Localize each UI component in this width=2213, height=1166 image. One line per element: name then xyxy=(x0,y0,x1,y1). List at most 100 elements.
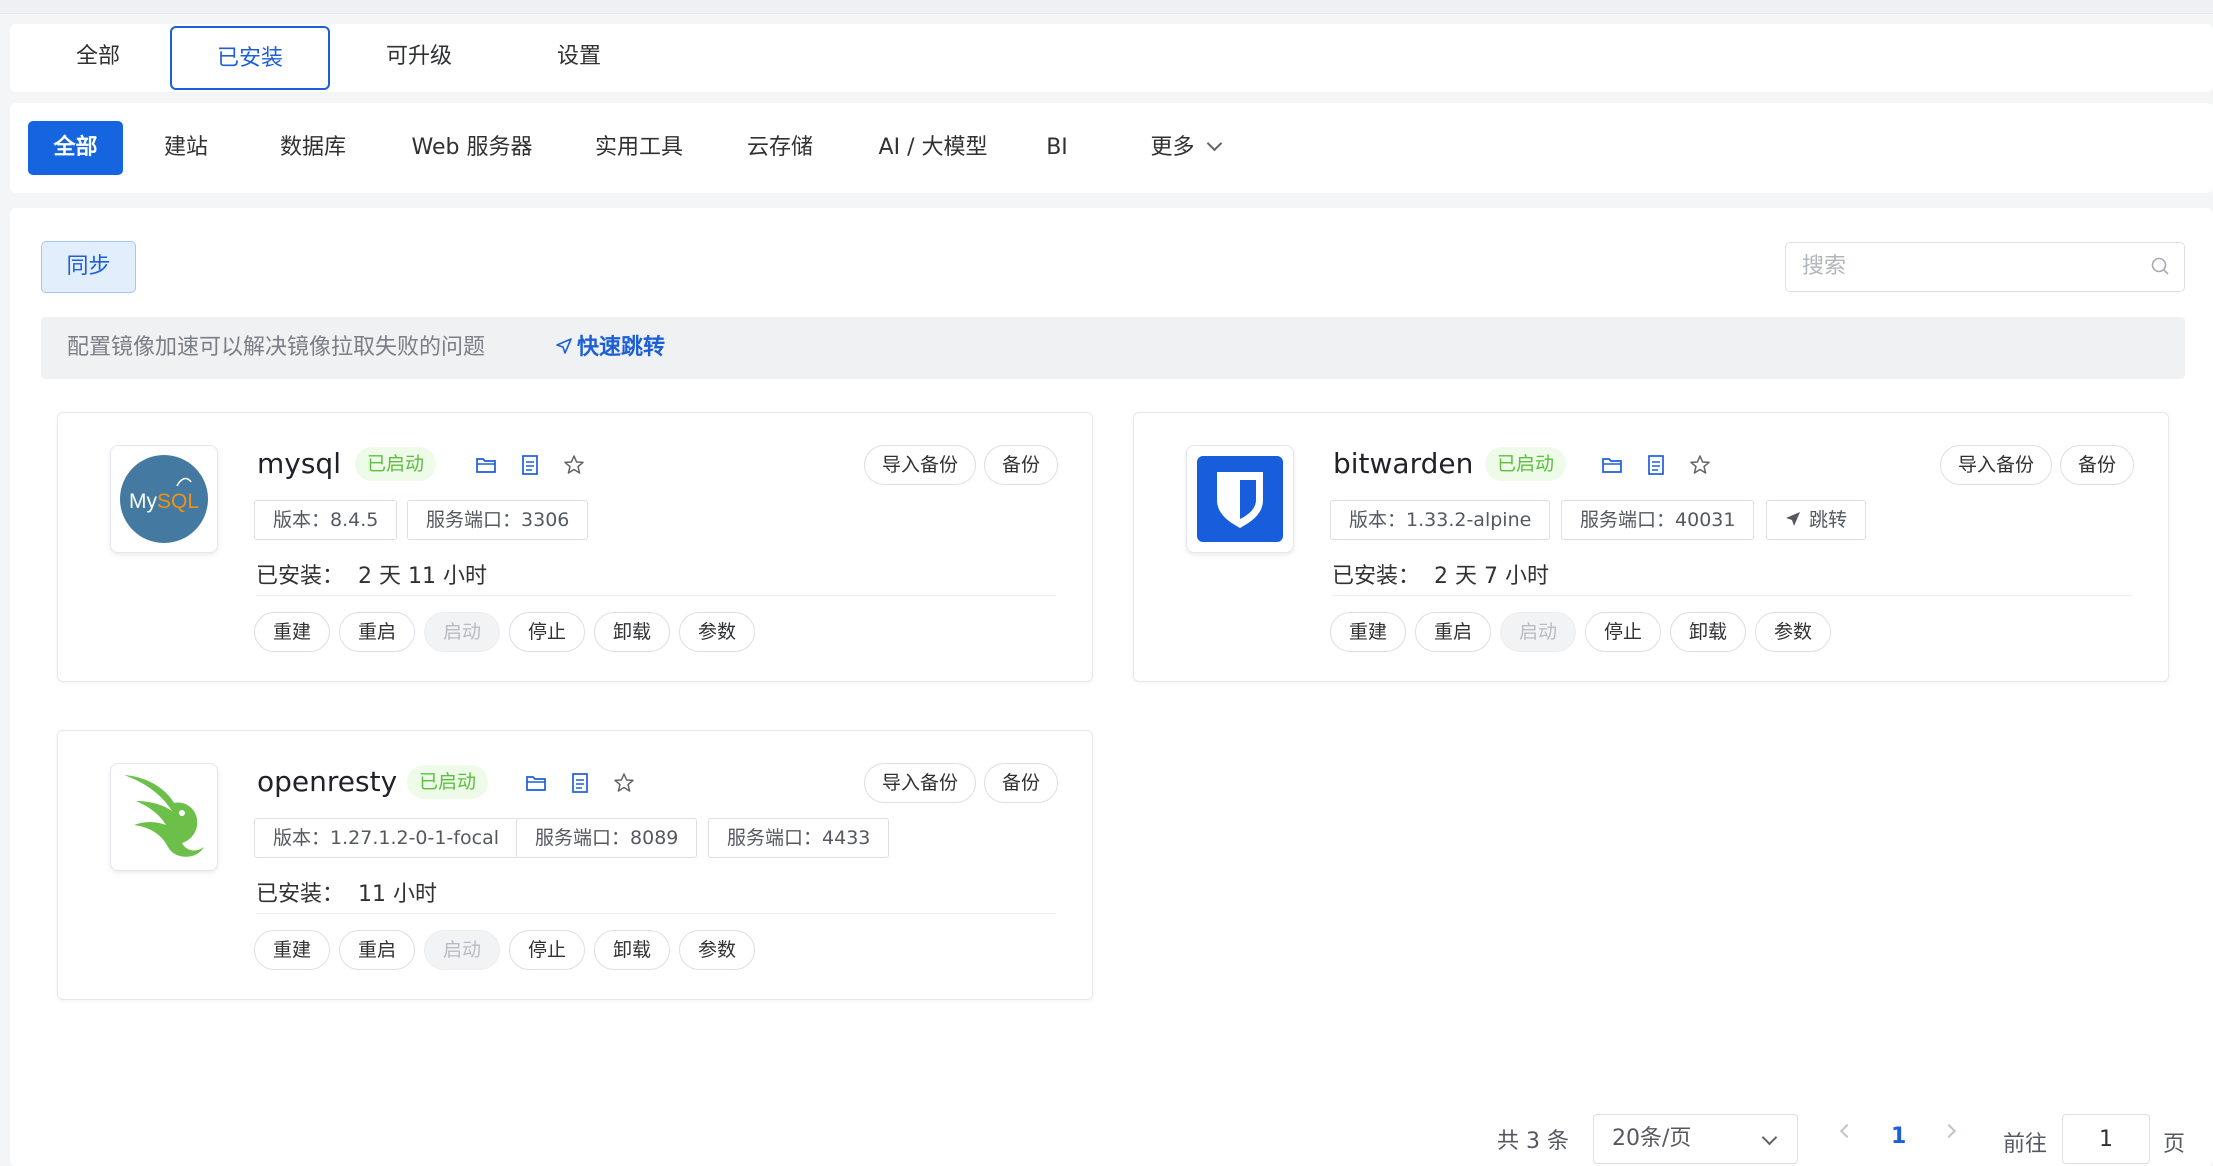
restart-button[interactable]: 重启 xyxy=(339,612,415,652)
installed-time: 已安装： 2 天 7 小时 xyxy=(1332,564,1549,589)
start-button[interactable]: 启动 xyxy=(1500,612,1576,652)
page-size-select[interactable]: 20条/页 xyxy=(1593,1114,1798,1164)
main-panel: 同步 配置镜像加速可以解决镜像拉取失败的问题 快速跳转 MySQL mysql … xyxy=(10,208,2213,1166)
divider xyxy=(256,913,1056,914)
star-icon[interactable] xyxy=(562,453,586,477)
goto-label: 前往 xyxy=(2003,1132,2048,1157)
status-badge: 已启动 xyxy=(355,447,437,481)
current-page[interactable]: 1 xyxy=(1891,1124,1906,1149)
port-tag: 服务端口：3306 xyxy=(407,500,589,540)
category-more-label: 更多 xyxy=(1150,135,1195,160)
jump-button[interactable]: 跳转 xyxy=(1766,500,1867,540)
stop-button[interactable]: 停止 xyxy=(509,612,585,652)
mysql-logo: MySQL xyxy=(110,445,218,553)
quick-jump-link[interactable]: 快速跳转 xyxy=(555,317,665,379)
category-bi[interactable]: BI xyxy=(1039,121,1075,175)
status-badge: 已启动 xyxy=(1485,447,1567,481)
installed-time: 已安装： 11 小时 xyxy=(256,882,438,907)
category-more[interactable]: 更多 xyxy=(1125,121,1245,175)
port-tag: 服务端口：40031 xyxy=(1561,500,1755,540)
import-backup-button[interactable]: 导入备份 xyxy=(864,445,977,485)
port-tag: 服务端口：4433 xyxy=(708,818,890,858)
jump-label: 跳转 xyxy=(1809,509,1848,531)
sync-button[interactable]: 同步 xyxy=(41,241,136,293)
backup-button[interactable]: 备份 xyxy=(984,445,1059,485)
star-icon[interactable] xyxy=(612,771,636,795)
installed-time: 已安装： 2 天 11 小时 xyxy=(256,564,487,589)
version-tag: 版本：1.27.1.2-0-1-focal xyxy=(254,818,519,858)
app-card-mysql: MySQL mysql 已启动 导入备份 备份 版本：8.4.5 服务端口：33… xyxy=(57,412,1093,682)
document-icon[interactable] xyxy=(1644,453,1668,477)
rebuild-button[interactable]: 重建 xyxy=(1330,612,1406,652)
uninstall-button[interactable]: 卸载 xyxy=(594,930,670,970)
star-icon[interactable] xyxy=(1688,453,1712,477)
tab-all[interactable]: 全部 xyxy=(18,26,178,90)
notice-message: 配置镜像加速可以解决镜像拉取失败的问题 xyxy=(67,335,486,360)
page-size-value: 20条/页 xyxy=(1612,1126,1692,1151)
mysql-logo-icon: MySQL xyxy=(120,455,208,543)
restart-button[interactable]: 重启 xyxy=(339,930,415,970)
search-icon[interactable] xyxy=(2150,256,2170,276)
backup-button[interactable]: 备份 xyxy=(984,763,1059,803)
category-bar: 全部 建站 数据库 Web 服务器 实用工具 云存储 AI / 大模型 BI 更… xyxy=(10,103,2213,193)
app-card-openresty: openresty 已启动 导入备份 备份 版本：1.27.1.2-0-1-fo… xyxy=(57,730,1093,1000)
params-button[interactable]: 参数 xyxy=(679,930,755,970)
search-box xyxy=(1785,242,2185,292)
tab-settings[interactable]: 设置 xyxy=(499,26,659,90)
category-database[interactable]: 数据库 xyxy=(267,121,359,175)
stop-button[interactable]: 停止 xyxy=(1585,612,1661,652)
document-icon[interactable] xyxy=(518,453,542,477)
app-name: mysql xyxy=(257,447,341,480)
category-website[interactable]: 建站 xyxy=(156,121,216,175)
start-button[interactable]: 启动 xyxy=(424,930,500,970)
import-backup-button[interactable]: 导入备份 xyxy=(864,763,977,803)
rebuild-button[interactable]: 重建 xyxy=(254,930,330,970)
search-input[interactable] xyxy=(1802,243,2142,289)
tab-upgradable[interactable]: 可升级 xyxy=(339,26,499,90)
bitwarden-shield-icon xyxy=(1197,456,1283,542)
rebuild-button[interactable]: 重建 xyxy=(254,612,330,652)
app-name: bitwarden xyxy=(1333,447,1474,480)
start-button[interactable]: 启动 xyxy=(424,612,500,652)
category-tools[interactable]: 实用工具 xyxy=(584,121,694,175)
folder-icon[interactable] xyxy=(474,453,498,477)
goto-suffix: 页 xyxy=(2163,1132,2186,1157)
version-tag: 版本：1.33.2-alpine xyxy=(1330,500,1551,540)
pagination-total: 共 3 条 xyxy=(1497,1129,1569,1154)
stop-button[interactable]: 停止 xyxy=(509,930,585,970)
uninstall-button[interactable]: 卸载 xyxy=(594,612,670,652)
openresty-logo xyxy=(110,763,218,871)
divider xyxy=(256,595,1056,596)
bitwarden-logo xyxy=(1186,445,1294,553)
version-tag: 版本：8.4.5 xyxy=(254,500,398,540)
port-tag: 服务端口：8089 xyxy=(516,818,698,858)
app-card-bitwarden: bitwarden 已启动 导入备份 备份 版本：1.33.2-alpine 服… xyxy=(1133,412,2169,682)
divider xyxy=(1332,595,2132,596)
category-cloud-storage[interactable]: 云存储 xyxy=(736,121,824,175)
params-button[interactable]: 参数 xyxy=(1755,612,1831,652)
backup-button[interactable]: 备份 xyxy=(2060,445,2135,485)
category-all[interactable]: 全部 xyxy=(28,121,123,175)
openresty-bird-icon xyxy=(124,775,204,857)
uninstall-button[interactable]: 卸载 xyxy=(1670,612,1746,652)
restart-button[interactable]: 重启 xyxy=(1415,612,1491,652)
send-icon xyxy=(556,338,572,354)
folder-icon[interactable] xyxy=(1600,453,1624,477)
chevron-down-icon xyxy=(1761,1129,1778,1146)
send-icon xyxy=(1786,511,1800,526)
document-icon[interactable] xyxy=(568,771,592,795)
folder-icon[interactable] xyxy=(524,771,548,795)
import-backup-button[interactable]: 导入备份 xyxy=(1940,445,2053,485)
category-ai[interactable]: AI / 大模型 xyxy=(868,121,998,175)
status-badge: 已启动 xyxy=(407,765,489,799)
chevron-down-icon xyxy=(1206,135,1222,152)
category-web-server[interactable]: Web 服务器 xyxy=(402,121,542,175)
svg-text:MySQL: MySQL xyxy=(129,490,199,513)
tab-installed[interactable]: 已安装 xyxy=(170,26,330,90)
mirror-notice: 配置镜像加速可以解决镜像拉取失败的问题 快速跳转 xyxy=(41,317,2185,379)
top-tabs: 全部 已安装 可升级 设置 xyxy=(10,24,2213,92)
top-bar xyxy=(0,0,2213,14)
goto-page-input[interactable] xyxy=(2062,1114,2150,1164)
params-button[interactable]: 参数 xyxy=(679,612,755,652)
quick-jump-label: 快速跳转 xyxy=(577,335,666,360)
